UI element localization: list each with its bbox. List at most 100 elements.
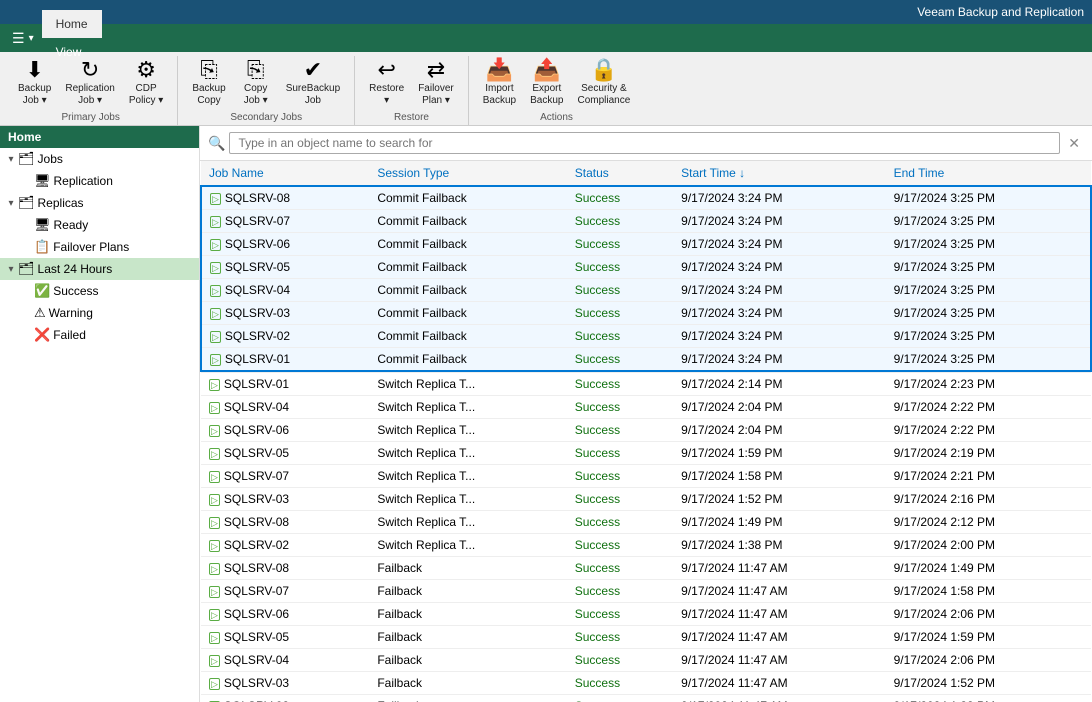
- job-icon: ▷: [209, 586, 220, 598]
- table-body: ▷SQLSRV-08Commit FailbackSuccess9/17/202…: [201, 186, 1091, 702]
- sidebar-icon-jobs: 🗂: [18, 151, 35, 167]
- hamburger-menu[interactable]: ☰ ▾: [4, 26, 42, 51]
- sidebar-item-last24hours[interactable]: ▾🗂Last 24 Hours: [0, 258, 199, 280]
- sidebar-item-failover-plans[interactable]: 📋Failover Plans: [0, 236, 199, 258]
- table-row[interactable]: ▷SQLSRV-03FailbackSuccess9/17/2024 11:47…: [201, 672, 1091, 695]
- table-row[interactable]: ▷SQLSRV-05Switch Replica T...Success9/17…: [201, 442, 1091, 465]
- job-icon: ▷: [209, 517, 220, 529]
- sidebar-icon-ready: 🖥: [34, 217, 51, 233]
- job-icon: ▷: [209, 425, 220, 437]
- job-icon: ▷: [209, 678, 220, 690]
- ribbon-group-label-actions: Actions: [540, 112, 573, 123]
- cdp-policy-button[interactable]: ⚙CDP Policy ▾: [123, 56, 169, 110]
- restore-icon: ↩: [377, 59, 395, 81]
- sidebar-label-replicas: Replicas: [38, 196, 84, 210]
- sidebar-label-replication: Replication: [54, 174, 113, 188]
- table-row[interactable]: ▷SQLSRV-08FailbackSuccess9/17/2024 11:47…: [201, 557, 1091, 580]
- restore-button[interactable]: ↩Restore ▾: [363, 56, 410, 110]
- data-table: Job NameSession TypeStatusStart Time ↓En…: [200, 161, 1092, 702]
- col-header-sessionType[interactable]: Session Type: [369, 161, 566, 186]
- replication-job-icon: ↻: [81, 59, 99, 81]
- job-icon: ▷: [209, 655, 220, 667]
- table-row[interactable]: ▷SQLSRV-06FailbackSuccess9/17/2024 11:47…: [201, 603, 1091, 626]
- sidebar-item-success[interactable]: ✅Success: [0, 280, 199, 302]
- col-header-status[interactable]: Status: [567, 161, 673, 186]
- sureback-icon: ✔: [304, 59, 322, 81]
- table-row[interactable]: ▷SQLSRV-02Commit FailbackSuccess9/17/202…: [201, 325, 1091, 348]
- table-row[interactable]: ▷SQLSRV-08Commit FailbackSuccess9/17/202…: [201, 186, 1091, 210]
- table-row[interactable]: ▷SQLSRV-05FailbackSuccess9/17/2024 11:47…: [201, 626, 1091, 649]
- col-header-startTime[interactable]: Start Time ↓: [673, 161, 885, 186]
- table-row[interactable]: ▷SQLSRV-02FailbackSuccess9/17/2024 11:47…: [201, 695, 1091, 702]
- table-row[interactable]: ▷SQLSRV-02Switch Replica T...Success9/17…: [201, 534, 1091, 557]
- backup-copy-icon: ⎘: [200, 59, 218, 81]
- col-header-endTime[interactable]: End Time: [886, 161, 1091, 186]
- table-row[interactable]: ▷SQLSRV-01Switch Replica T...Success9/17…: [201, 373, 1091, 396]
- menu-bar: ☰ ▾ HomeView: [0, 24, 1092, 52]
- table-row[interactable]: ▷SQLSRV-07FailbackSuccess9/17/2024 11:47…: [201, 580, 1091, 603]
- backup-copy-label: Backup Copy: [192, 83, 225, 107]
- table-row[interactable]: ▷SQLSRV-03Commit FailbackSuccess9/17/202…: [201, 302, 1091, 325]
- backup-job-button[interactable]: ⬇Backup Job ▾: [12, 56, 57, 110]
- sidebar-item-replication[interactable]: 🖥Replication: [0, 170, 199, 192]
- job-icon: ▷: [209, 471, 220, 483]
- job-icon: ▷: [209, 379, 220, 391]
- table-row[interactable]: ▷SQLSRV-01Commit FailbackSuccess9/17/202…: [201, 348, 1091, 372]
- sidebar-icon-replication: 🖥: [34, 173, 51, 189]
- table-row[interactable]: ▷SQLSRV-06Switch Replica T...Success9/17…: [201, 419, 1091, 442]
- sidebar-item-jobs[interactable]: ▾🗂Jobs: [0, 148, 199, 170]
- import-backup-icon: 📥: [486, 59, 513, 81]
- export-backup-button[interactable]: 📤Export Backup: [524, 56, 569, 110]
- search-input[interactable]: [229, 132, 1060, 154]
- cdp-policy-icon: ⚙: [136, 59, 156, 81]
- expander-last24hours: ▾: [4, 264, 18, 275]
- job-icon: ▷: [209, 609, 220, 621]
- col-header-jobName[interactable]: Job Name: [201, 161, 369, 186]
- job-icon: ▷: [209, 448, 220, 460]
- sidebar-header: Home: [0, 126, 199, 148]
- content-area: 🔍 ✕ Job NameSession TypeStatusStart Time…: [200, 126, 1092, 702]
- table-row[interactable]: ▷SQLSRV-08Switch Replica T...Success9/17…: [201, 511, 1091, 534]
- menu-tab-home[interactable]: Home: [42, 10, 102, 38]
- ribbon-group-label-restore: Restore: [394, 112, 429, 123]
- security-button[interactable]: 🔒Security & Compliance: [571, 56, 636, 110]
- table-row[interactable]: ▷SQLSRV-07Switch Replica T...Success9/17…: [201, 465, 1091, 488]
- table-row[interactable]: ▷SQLSRV-07Commit FailbackSuccess9/17/202…: [201, 210, 1091, 233]
- sidebar-item-failed[interactable]: ❌Failed: [0, 324, 199, 346]
- failover-plan-button[interactable]: ⇄Failover Plan ▾: [412, 56, 460, 110]
- expander-replicas: ▾: [4, 198, 18, 209]
- sidebar-item-warning[interactable]: ⚠Warning: [0, 302, 199, 324]
- table-row[interactable]: ▷SQLSRV-04Commit FailbackSuccess9/17/202…: [201, 279, 1091, 302]
- sidebar-label-last24hours: Last 24 Hours: [38, 262, 113, 276]
- sidebar-icon-last24hours: 🗂: [18, 261, 35, 277]
- table-row[interactable]: ▷SQLSRV-03Switch Replica T...Success9/17…: [201, 488, 1091, 511]
- table-row[interactable]: ▷SQLSRV-04Switch Replica T...Success9/17…: [201, 396, 1091, 419]
- backup-copy-button[interactable]: ⎘Backup Copy: [186, 56, 231, 110]
- sidebar-icon-replicas: 🗂: [18, 195, 35, 211]
- job-icon: ▷: [210, 216, 221, 228]
- table-row[interactable]: ▷SQLSRV-05Commit FailbackSuccess9/17/202…: [201, 256, 1091, 279]
- export-backup-label: Export Backup: [530, 83, 563, 107]
- import-backup-label: Import Backup: [483, 83, 516, 107]
- search-clear-button[interactable]: ✕: [1064, 135, 1084, 152]
- sidebar-item-ready[interactable]: 🖥Ready: [0, 214, 199, 236]
- app-title: Veeam Backup and Replication: [917, 5, 1084, 19]
- job-icon: ▷: [209, 402, 220, 414]
- backup-job-label: Backup Job ▾: [18, 83, 51, 107]
- search-bar: 🔍 ✕: [200, 126, 1092, 161]
- sureback-button[interactable]: ✔SureBackup Job: [280, 56, 346, 110]
- table-row[interactable]: ▷SQLSRV-06Commit FailbackSuccess9/17/202…: [201, 233, 1091, 256]
- job-icon: ▷: [210, 354, 221, 366]
- import-backup-button[interactable]: 📥Import Backup: [477, 56, 522, 110]
- search-icon: 🔍: [208, 135, 225, 152]
- copy-job-button[interactable]: ⎘Copy Job ▾: [234, 56, 278, 110]
- sidebar-label-success: Success: [53, 284, 98, 298]
- sidebar-item-replicas[interactable]: ▾🗂Replicas: [0, 192, 199, 214]
- ribbon-group-primary-jobs: ⬇Backup Job ▾↻Replication Job ▾⚙CDP Poli…: [4, 56, 178, 125]
- replication-job-button[interactable]: ↻Replication Job ▾: [59, 56, 120, 110]
- job-icon: ▷: [210, 262, 221, 274]
- security-icon: 🔒: [590, 59, 617, 81]
- table-row[interactable]: ▷SQLSRV-04FailbackSuccess9/17/2024 11:47…: [201, 649, 1091, 672]
- ribbon-group-restore: ↩Restore ▾⇄Failover Plan ▾ Restore: [355, 56, 469, 125]
- hamburger-icon: ☰: [12, 30, 25, 47]
